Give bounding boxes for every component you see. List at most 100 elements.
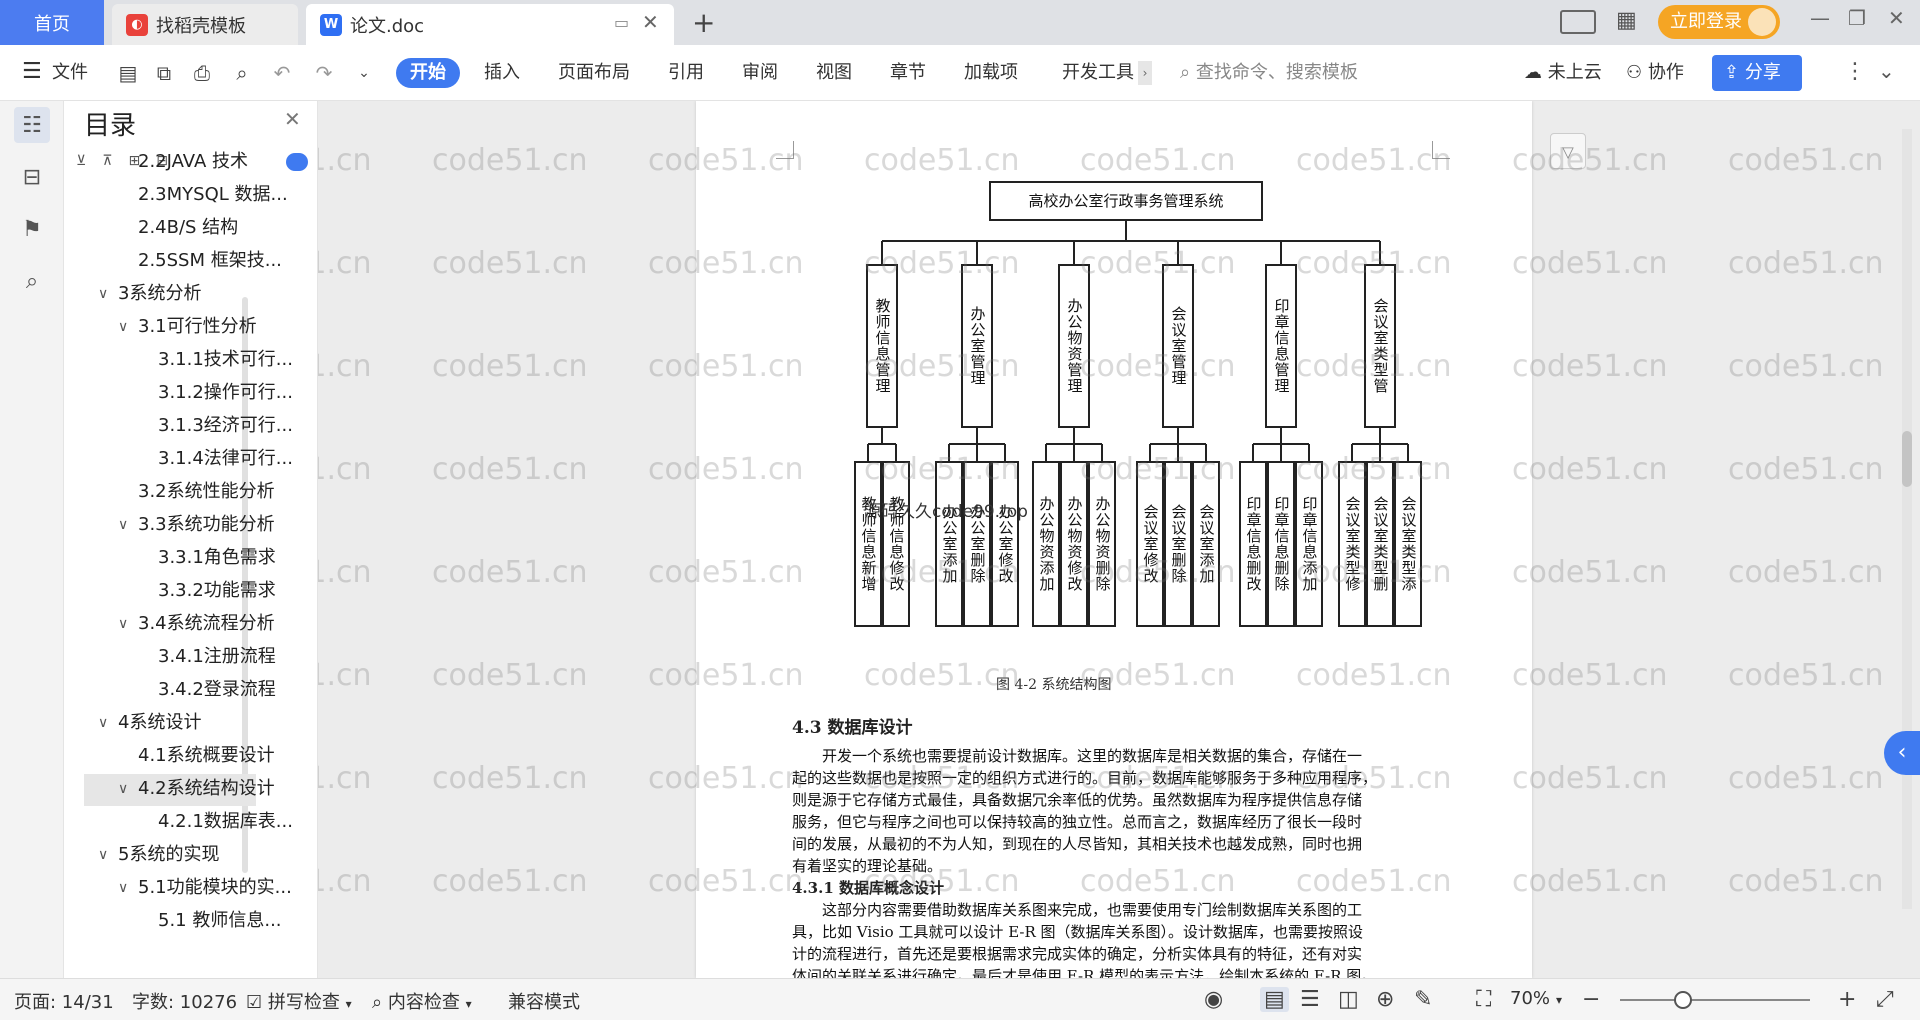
menu-reference[interactable]: 引用: [668, 58, 704, 88]
command-search[interactable]: ⌕ 查找命令、搜索模板: [1180, 58, 1358, 88]
toc-item[interactable]: 2.5SSM 框架技...: [138, 246, 282, 276]
tab-document[interactable]: W 论文.doc ▭ ✕: [306, 4, 674, 45]
menu-review[interactable]: 审阅: [742, 58, 778, 88]
word-count[interactable]: 字数: 10276: [132, 988, 237, 1014]
redo-icon[interactable]: ↷: [310, 59, 338, 87]
watermark-text: code51.cn: [1512, 452, 1668, 487]
toc-item[interactable]: 3.1.3经济可行...: [158, 411, 293, 441]
toc-item[interactable]: 5系统的实现: [118, 840, 219, 870]
toc-item[interactable]: 4系统设计: [118, 708, 201, 738]
toc-panel-icon[interactable]: ☷: [14, 107, 50, 143]
toc-item[interactable]: 3.1.4法律可行...: [158, 444, 293, 474]
side-panel-toggle-icon[interactable]: ‹: [1884, 731, 1920, 775]
tab-home[interactable]: 首页: [0, 0, 104, 45]
expand-chevron-icon[interactable]: ∨: [118, 510, 128, 540]
restore-icon[interactable]: ❐: [1848, 6, 1866, 30]
expand-chevron-icon[interactable]: ∨: [98, 279, 108, 309]
expand-chevron-icon[interactable]: ∨: [98, 840, 108, 870]
zoom-in-icon[interactable]: +: [1838, 987, 1856, 1012]
toc-item[interactable]: 2.3MYSQL 数据...: [138, 180, 288, 210]
collapse-ribbon-icon[interactable]: ⌄: [1878, 59, 1895, 83]
navigation-icon[interactable]: ⊟: [14, 159, 50, 195]
eye-protect-icon[interactable]: ◉: [1204, 987, 1223, 1012]
toc-item[interactable]: 3.3.1角色需求: [158, 543, 276, 573]
toc-item[interactable]: 3.4.1注册流程: [158, 642, 276, 672]
watermark-text: code51.cn: [1296, 864, 1452, 899]
reading-view-icon[interactable]: ◫: [1338, 987, 1359, 1012]
toc-toggle-icon[interactable]: [286, 153, 308, 171]
toc-item[interactable]: 3.1.2操作可行...: [158, 378, 293, 408]
menu-scroll-right-icon[interactable]: ›: [1138, 61, 1152, 85]
doc-scroll-thumb[interactable]: [1902, 431, 1912, 487]
apps-grid-icon[interactable]: ▦: [1616, 8, 1637, 33]
zoom-slider-thumb[interactable]: [1674, 991, 1692, 1009]
toc-item[interactable]: 3系统分析: [118, 279, 201, 309]
login-button[interactable]: 立即登录: [1658, 5, 1780, 39]
outline-view-icon[interactable]: ☰: [1300, 987, 1320, 1012]
collapse-up-icon[interactable]: ⊼: [102, 153, 112, 169]
zoom-out-icon[interactable]: −: [1582, 987, 1600, 1012]
expand-chevron-icon[interactable]: ∨: [118, 312, 128, 342]
save-icon[interactable]: ▤: [114, 59, 142, 87]
menu-developer[interactable]: 开发工具: [1062, 58, 1134, 88]
close-window-icon[interactable]: ✕: [1888, 6, 1905, 30]
print-icon[interactable]: ⎙: [188, 59, 216, 87]
more-quick-access-icon[interactable]: ⌄: [350, 59, 378, 87]
menu-chapter[interactable]: 章节: [890, 58, 926, 88]
toc-item[interactable]: 3.1.1技术可行...: [158, 345, 293, 375]
toc-item[interactable]: 2.4B/S 结构: [138, 213, 238, 243]
menu-insert[interactable]: 插入: [484, 58, 520, 88]
expand-chevron-icon[interactable]: ∨: [118, 609, 128, 639]
layout-icon[interactable]: [1560, 10, 1596, 34]
write-view-icon[interactable]: ✎: [1414, 987, 1432, 1012]
spell-check[interactable]: ☑ 拼写检查 ▾: [246, 988, 352, 1014]
collab-button[interactable]: ⚇ 协作: [1626, 58, 1684, 88]
toc-item[interactable]: 4.1系统概要设计: [138, 741, 275, 771]
share-button[interactable]: ⇪ 分享: [1712, 55, 1802, 91]
zoom-dropdown-icon[interactable]: ▾: [1556, 993, 1562, 1007]
window-mode-icon[interactable]: ▭: [614, 13, 629, 32]
menu-addins[interactable]: 加载项: [964, 58, 1018, 88]
minimize-icon[interactable]: —: [1810, 6, 1830, 30]
content-check[interactable]: ⌕ 内容检查 ▾: [372, 988, 472, 1014]
more-options-icon[interactable]: ⋮: [1844, 59, 1866, 84]
export-icon[interactable]: ⧉: [150, 59, 178, 87]
new-tab-button[interactable]: +: [692, 6, 715, 39]
expand-chevron-icon[interactable]: ∨: [98, 708, 108, 738]
fit-page-icon[interactable]: ⛶: [1476, 987, 1491, 1012]
zoom-slider[interactable]: [1620, 999, 1810, 1001]
web-view-icon[interactable]: ⊕: [1376, 987, 1394, 1012]
menu-file[interactable]: 文件: [52, 58, 88, 88]
undo-icon[interactable]: ↶: [268, 59, 296, 87]
print-preview-icon[interactable]: ⌕: [228, 59, 256, 87]
expand-chevron-icon[interactable]: ∨: [118, 873, 128, 903]
toc-item[interactable]: 3.1可行性分析: [138, 312, 257, 342]
close-tab-icon[interactable]: ✕: [642, 10, 659, 34]
menu-start[interactable]: 开始: [396, 58, 460, 88]
toc-item[interactable]: 2.2JAVA 技术: [138, 147, 248, 177]
toc-item[interactable]: 4.2.1数据库表...: [158, 807, 293, 837]
toc-item[interactable]: 4.2系统结构设计: [138, 774, 275, 804]
toc-item[interactable]: 3.3.2功能需求: [158, 576, 276, 606]
doc-scrollbar[interactable]: [1902, 129, 1912, 909]
toc-item[interactable]: 3.4.2登录流程: [158, 675, 276, 705]
toc-item[interactable]: 5.1 教师信息...: [158, 906, 282, 936]
toc-item[interactable]: 3.2系统性能分析: [138, 477, 275, 507]
bookmark-icon[interactable]: ⚑: [14, 211, 50, 247]
menu-view[interactable]: 视图: [816, 58, 852, 88]
toc-item[interactable]: 3.4系统流程分析: [138, 609, 275, 639]
cloud-status[interactable]: ☁ 未上云: [1524, 58, 1602, 88]
tab-template[interactable]: ◐ 找稻壳模板: [112, 4, 298, 45]
toc-item[interactable]: 5.1功能模块的实...: [138, 873, 292, 903]
page-view-icon[interactable]: ▤: [1260, 987, 1289, 1012]
close-toc-icon[interactable]: ✕: [284, 107, 301, 131]
zoom-level[interactable]: 70%: [1510, 988, 1550, 1009]
expand-down-icon[interactable]: ⊻: [76, 153, 86, 169]
toc-item[interactable]: 3.3系统功能分析: [138, 510, 275, 540]
hamburger-icon[interactable]: ☰: [22, 59, 42, 84]
expand-chevron-icon[interactable]: ∨: [118, 774, 128, 804]
fullscreen-icon[interactable]: ⤢: [1876, 987, 1894, 1012]
page-indicator[interactable]: 页面: 14/31: [14, 988, 114, 1014]
find-icon[interactable]: ⌕: [14, 263, 50, 299]
menu-page-layout[interactable]: 页面布局: [558, 58, 630, 88]
